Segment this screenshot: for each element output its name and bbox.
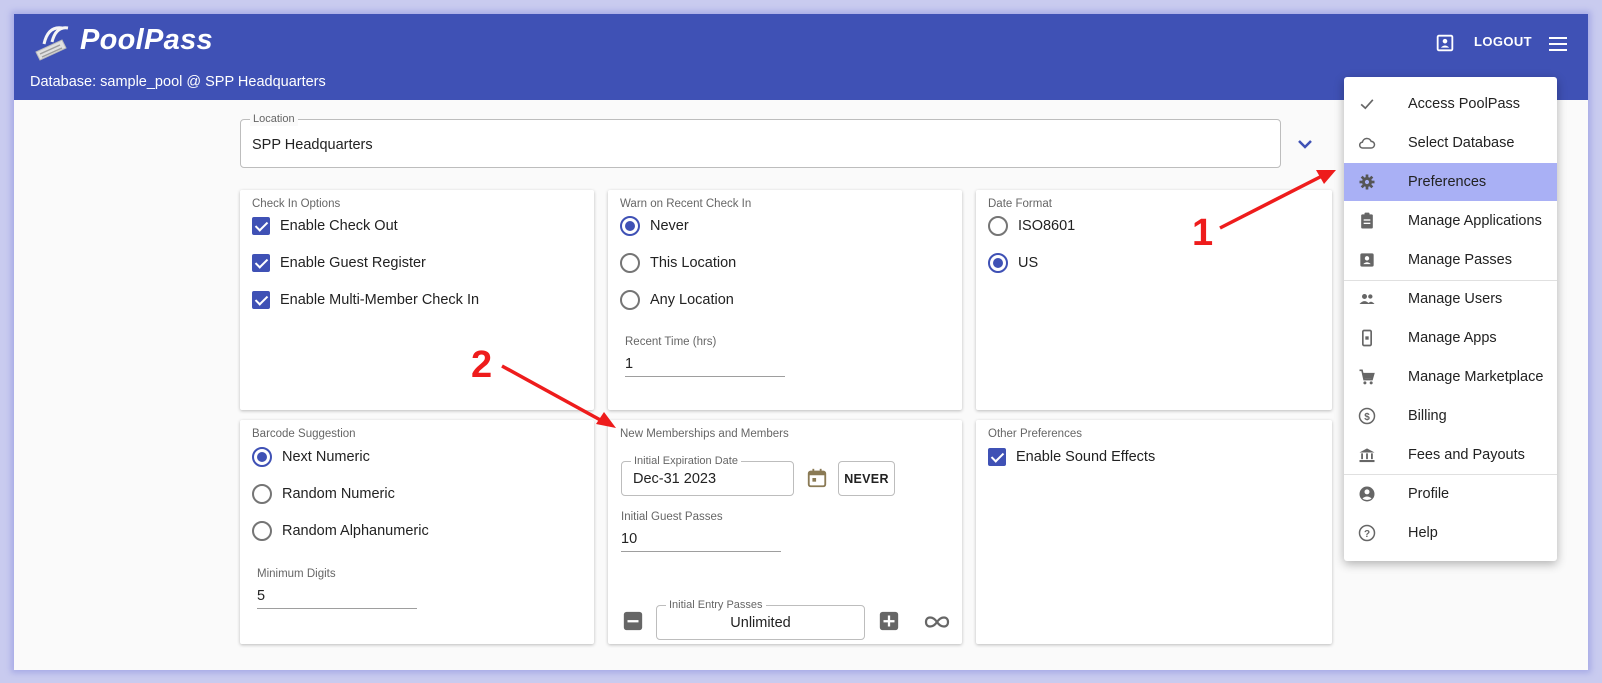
calendar-icon[interactable] [806, 467, 828, 489]
gear-icon [1359, 174, 1375, 190]
card-title: Check In Options [252, 198, 341, 210]
annotation-marker-2: 2 [471, 344, 493, 386]
enable-multi-member-checkbox[interactable]: Enable Multi-Member Check In [252, 289, 479, 311]
card-title: Warn on Recent Check In [620, 198, 752, 210]
dollar-icon: $ [1358, 407, 1376, 425]
enable-sound-effects-checkbox[interactable]: Enable Sound Effects [988, 446, 1155, 468]
barcode-next-numeric-radio[interactable]: Next Numeric [252, 446, 370, 468]
recent-time-input[interactable]: 1 [625, 356, 785, 377]
chevron-down-icon[interactable] [1293, 132, 1317, 156]
never-button[interactable]: NEVER [838, 461, 895, 496]
hamburger-menu-icon[interactable] [1546, 32, 1570, 56]
menu-item-preferences[interactable]: Preferences [1344, 163, 1557, 201]
cart-icon [1359, 369, 1375, 385]
expiration-date-value: Dec-31 2023 [633, 471, 717, 487]
badge-icon [1360, 253, 1374, 267]
checkbox-checked-icon [252, 291, 270, 309]
cloud-icon [1358, 137, 1376, 149]
infinity-icon[interactable] [922, 614, 952, 630]
date-iso8601-radio[interactable]: ISO8601 [988, 215, 1075, 237]
initial-entry-passes-field[interactable]: Initial Entry Passes Unlimited [656, 598, 865, 640]
radio-unselected-icon [988, 216, 1008, 236]
warn-recent-check-in-card: Warn on Recent Check In Never This Locat… [608, 190, 962, 410]
menu-item-manage-users[interactable]: Manage Users [1344, 280, 1557, 318]
menu-item-profile[interactable]: Profile [1344, 475, 1557, 513]
radio-unselected-icon [620, 290, 640, 310]
checkbox-checked-icon [988, 448, 1006, 466]
radio-selected-icon [252, 447, 272, 467]
clipboard-icon [1361, 212, 1373, 229]
svg-text:$: $ [1364, 412, 1370, 423]
enable-check-out-checkbox[interactable]: Enable Check Out [252, 215, 398, 237]
other-preferences-card: Other Preferences Enable Sound Effects [976, 420, 1332, 644]
entry-passes-value: Unlimited [730, 615, 791, 631]
warn-this-location-radio[interactable]: This Location [620, 252, 736, 274]
checkbox-checked-icon [252, 217, 270, 235]
radio-unselected-icon [620, 253, 640, 273]
annotation-marker-1: 1 [1192, 212, 1214, 254]
recent-time-field[interactable]: Recent Time (hrs) 1 [625, 336, 785, 377]
app-window: PoolPass Database: sample_pool @ SPP Hea… [14, 14, 1588, 670]
checkbox-checked-icon [252, 254, 270, 272]
menu-item-manage-marketplace[interactable]: Manage Marketplace [1344, 358, 1557, 396]
help-icon: ? [1358, 524, 1376, 542]
plus-box-icon[interactable] [878, 610, 900, 632]
warn-any-location-radio[interactable]: Any Location [620, 289, 734, 311]
barcode-suggestion-card: Barcode Suggestion Next Numeric Random N… [240, 420, 594, 644]
menu-item-fees-and-payouts[interactable]: Fees and Payouts [1344, 436, 1557, 474]
menu-item-help[interactable]: ? Help [1344, 514, 1557, 552]
initial-guest-passes-field[interactable]: Initial Guest Passes 10 [621, 511, 781, 552]
logout-button[interactable]: LOGOUT [1474, 34, 1532, 49]
minus-box-icon[interactable] [622, 610, 644, 632]
minimum-digits-input[interactable]: 5 [257, 588, 417, 609]
initial-expiration-date-field[interactable]: Initial Expiration Date Dec-31 2023 [621, 454, 794, 496]
check-icon [1360, 99, 1374, 110]
radio-unselected-icon [252, 484, 272, 504]
app-title: PoolPass [80, 24, 213, 56]
menu-item-manage-applications[interactable]: Manage Applications [1344, 202, 1557, 240]
radio-selected-icon [620, 216, 640, 236]
minimum-digits-field[interactable]: Minimum Digits 5 [257, 568, 417, 609]
enable-guest-register-checkbox[interactable]: Enable Guest Register [252, 252, 426, 274]
nav-dropdown-menu: Access PoolPass Select Database Preferen… [1344, 77, 1557, 561]
bank-icon [1359, 448, 1375, 463]
phone-icon [1362, 329, 1372, 347]
warn-never-radio[interactable]: Never [620, 215, 689, 237]
account-box-icon[interactable] [1434, 32, 1456, 54]
barcode-random-alphanumeric-radio[interactable]: Random Alphanumeric [252, 520, 429, 542]
new-memberships-card: New Memberships and Members Initial Expi… [608, 420, 962, 644]
card-title: Date Format [988, 198, 1052, 210]
location-value: SPP Headquarters [252, 137, 373, 153]
menu-item-select-database[interactable]: Select Database [1344, 124, 1557, 162]
date-us-radio[interactable]: US [988, 252, 1038, 274]
radio-unselected-icon [252, 521, 272, 541]
svg-text:?: ? [1364, 529, 1370, 540]
card-title: Other Preferences [988, 428, 1082, 440]
annotation-arrow-1 [1219, 170, 1336, 230]
people-icon [1359, 294, 1375, 304]
menu-item-manage-apps[interactable]: Manage Apps [1344, 319, 1557, 357]
menu-item-billing[interactable]: $ Billing [1344, 397, 1557, 435]
pool-ladder-logo-icon [35, 26, 69, 61]
location-select[interactable]: Location SPP Headquarters [240, 112, 1281, 168]
barcode-random-numeric-radio[interactable]: Random Numeric [252, 483, 395, 505]
card-title: Barcode Suggestion [252, 428, 356, 440]
annotation-arrow-2 [501, 364, 616, 428]
database-label: Database: sample_pool @ SPP Headquarters [30, 74, 326, 90]
menu-item-manage-passes[interactable]: Manage Passes [1344, 241, 1557, 279]
account-circle-icon [1359, 486, 1375, 502]
location-label: Location [250, 112, 298, 126]
menu-item-access-poolpass[interactable]: Access PoolPass [1344, 85, 1557, 123]
radio-selected-icon [988, 253, 1008, 273]
guest-passes-input[interactable]: 10 [621, 531, 781, 552]
card-title: New Memberships and Members [620, 428, 789, 440]
